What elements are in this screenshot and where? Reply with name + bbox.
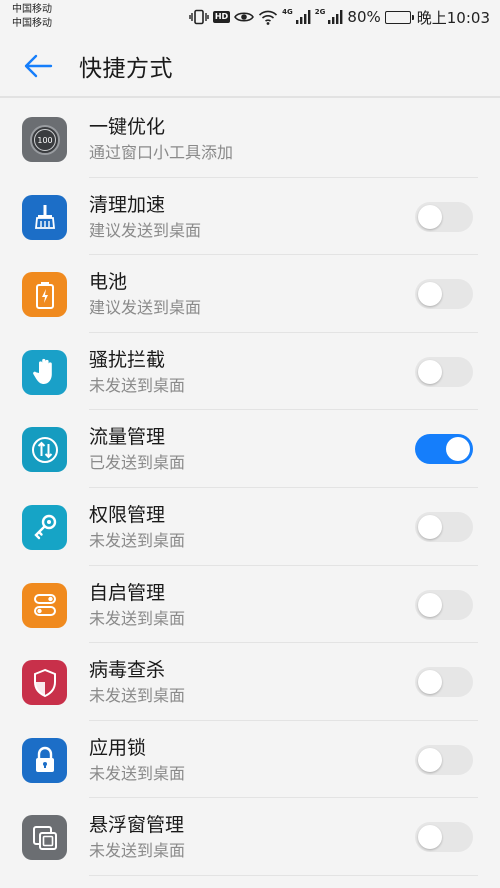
battery-icon [22,272,67,318]
item-title: 悬浮窗管理 [89,814,185,837]
item-subtitle: 未发送到桌面 [89,686,186,706]
status-icons: HD 4G 2G 80% 晚上10:03 [189,7,490,27]
toggle-knob [418,282,442,307]
carrier-1: 中国移动 [12,4,52,15]
broom-icon [22,194,67,240]
svg-text:100: 100 [37,136,52,145]
list-item-3[interactable]: 电池 建议发送到桌面 [0,255,500,333]
network-type-2: 2G [314,8,326,16]
toggle-knob [418,670,442,695]
back-arrow-icon [24,54,52,78]
send-to-desktop-toggle[interactable] [415,356,473,387]
data-traffic-icon [22,427,67,473]
send-to-desktop-toggle[interactable] [415,279,473,310]
toggle-knob [418,825,442,850]
item-title: 电池 [89,271,128,294]
floating-window-icon [22,815,67,861]
list-item-9[interactable]: 应用锁 未发送到桌面 [0,721,500,799]
item-title: 清理加速 [89,193,166,216]
item-title: 应用锁 [89,736,147,759]
list-item-7[interactable]: 自启管理 未发送到桌面 [0,566,500,644]
list-item-5[interactable]: 流量管理 已发送到桌面 [0,410,500,488]
vibrate-icon [189,9,209,25]
shield-icon [22,660,67,706]
list-item-4[interactable]: 骚扰拦截 未发送到桌面 [0,333,500,411]
back-button[interactable] [0,35,76,97]
send-to-desktop-toggle[interactable] [415,822,473,853]
hd-icon: HD [212,11,231,23]
item-title: 病毒查杀 [89,659,166,682]
toggle-knob [418,514,442,539]
send-to-desktop-toggle[interactable] [415,667,473,698]
eye-icon [234,10,255,24]
toggle-knob [418,359,442,384]
lock-icon [22,737,67,783]
status-bar: 中国移动 中国移动 HD 4G 2G 80% 晚上10:03 [0,0,500,36]
item-subtitle: 未发送到桌面 [89,530,186,550]
battery-percent: 80% [347,8,381,26]
network-type-1: 4G [282,8,293,16]
item-subtitle: 未发送到桌面 [89,375,186,395]
toggle-knob [418,592,442,617]
hand-icon [22,349,67,395]
signal-icon [327,10,343,24]
send-to-desktop-toggle[interactable] [415,589,473,620]
page-title: 快捷方式 [79,56,173,82]
item-title: 骚扰拦截 [89,348,166,371]
carrier-2: 中国移动 [12,18,52,29]
list-item-1[interactable]: 100 一键优化 通过窗口小工具添加 [0,100,500,178]
app-bar: 快捷方式 [0,36,500,98]
item-subtitle: 未发送到桌面 [89,608,186,628]
item-subtitle: 建议发送到桌面 [89,220,202,240]
battery-indicator [384,10,414,24]
item-subtitle: 建议发送到桌面 [89,298,202,318]
signal-icon [295,10,311,24]
startup-icon [22,582,67,628]
toggle-knob [446,437,470,462]
wifi-icon [258,9,278,25]
shortcut-list: 100 一键优化 通过窗口小工具添加 清理加速 建议发送到桌面 电池 建议发送到… [0,100,500,876]
item-title: 一键优化 [89,116,166,138]
send-to-desktop-toggle[interactable] [415,511,473,542]
speed-meter-icon: 100 [22,117,67,162]
list-item-2[interactable]: 清理加速 建议发送到桌面 [0,178,500,256]
clock: 晚上10:03 [416,8,490,27]
item-subtitle: 通过窗口小工具添加 [89,143,234,162]
toggle-knob [418,204,442,229]
item-title: 权限管理 [89,503,166,526]
list-item-6[interactable]: 权限管理 未发送到桌面 [0,488,500,566]
key-icon [22,504,67,550]
list-item-10[interactable]: 悬浮窗管理 未发送到桌面 [0,798,500,876]
item-title: 流量管理 [89,426,166,449]
list-item-8[interactable]: 病毒查杀 未发送到桌面 [0,643,500,721]
send-to-desktop-toggle[interactable] [415,201,473,232]
item-subtitle: 已发送到桌面 [89,453,186,473]
send-to-desktop-toggle[interactable] [415,744,473,775]
toggle-knob [418,747,442,772]
item-subtitle: 未发送到桌面 [89,763,186,783]
send-to-desktop-toggle[interactable] [415,434,473,465]
item-subtitle: 未发送到桌面 [89,841,186,861]
item-title: 自启管理 [89,581,166,604]
